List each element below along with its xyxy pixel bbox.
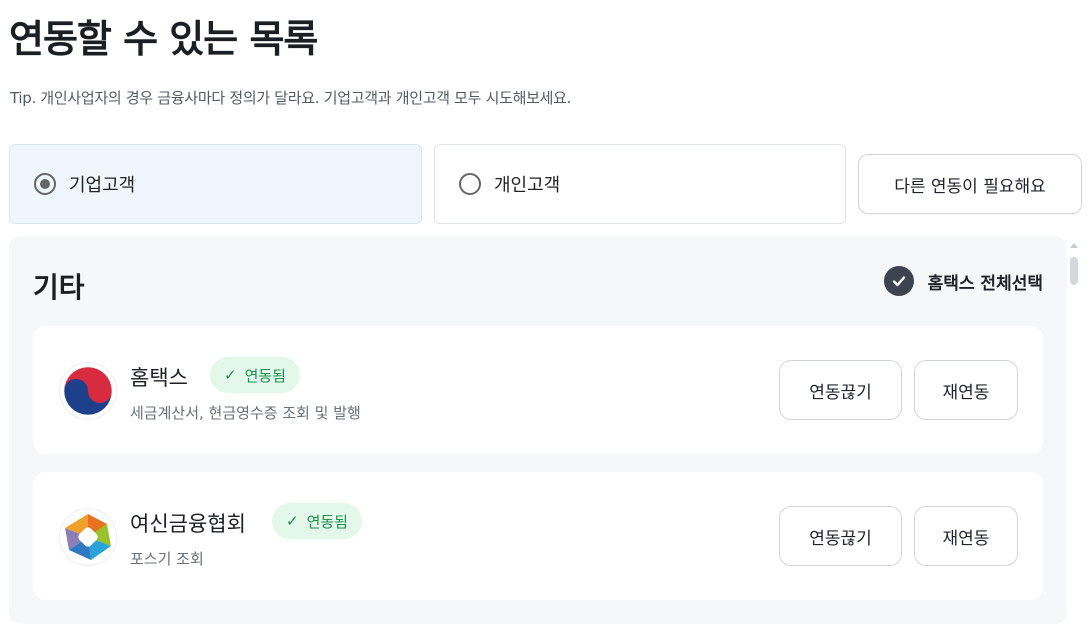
check-icon: ✓ — [224, 366, 237, 384]
item-description: 세금계산서, 현금영수증 조회 및 발행 — [130, 404, 361, 422]
radio-unselected-icon — [459, 173, 481, 195]
radio-option-label: 개인고객 — [494, 175, 561, 196]
item-name: 여신금융협회 — [130, 512, 246, 536]
connected-badge: ✓ 연동됨 — [272, 503, 362, 539]
select-all-label: 홈택스 전체선택 — [927, 273, 1043, 294]
connection-list-panel: 기타 홈택스 전체선택 홈택스 ✓ 연동됨 세금계산서, 현금영수증 조회 및 … — [9, 236, 1067, 624]
connected-badge: ✓ 연동됨 — [210, 357, 300, 393]
item-description: 포스기 조회 — [130, 550, 204, 568]
disconnect-button[interactable]: 연동끊기 — [779, 360, 902, 420]
credit-finance-association-logo-icon — [59, 508, 117, 566]
scrollbar-thumb[interactable] — [1070, 257, 1078, 285]
reconnect-button[interactable]: 재연동 — [914, 506, 1018, 566]
check-icon: ✓ — [286, 512, 299, 530]
reconnect-button[interactable]: 재연동 — [914, 360, 1018, 420]
section-title: 기타 — [33, 271, 85, 304]
list-item: 여신금융협회 ✓ 연동됨 포스기 조회 연동끊기 재연동 — [33, 472, 1043, 600]
radio-option-corporate[interactable]: 기업고객 — [9, 144, 422, 224]
radio-option-label: 기업고객 — [69, 175, 136, 196]
select-all-hometax-toggle[interactable]: 홈택스 전체선택 — [883, 266, 1043, 296]
tip-text: Tip. 개인사업자의 경우 금융사마다 정의가 달라요. 기업고객과 개인고객… — [10, 89, 572, 107]
radio-selected-icon — [34, 173, 56, 195]
scroll-up-arrow-icon[interactable] — [1070, 243, 1078, 248]
hometax-taegeuk-logo-icon — [59, 362, 117, 420]
badge-label: 연동됨 — [306, 512, 348, 531]
radio-option-personal[interactable]: 개인고객 — [434, 144, 846, 224]
page-title: 연동할 수 있는 목록 — [9, 17, 318, 61]
disconnect-button[interactable]: 연동끊기 — [779, 506, 902, 566]
list-item: 홈택스 ✓ 연동됨 세금계산서, 현금영수증 조회 및 발행 연동끊기 재연동 — [33, 326, 1043, 454]
badge-label: 연동됨 — [244, 366, 286, 385]
item-name: 홈택스 — [130, 366, 188, 390]
check-circle-icon — [883, 266, 914, 296]
scrollbar[interactable] — [1068, 236, 1080, 624]
request-other-connection-button[interactable]: 다른 연동이 필요해요 — [858, 154, 1082, 214]
